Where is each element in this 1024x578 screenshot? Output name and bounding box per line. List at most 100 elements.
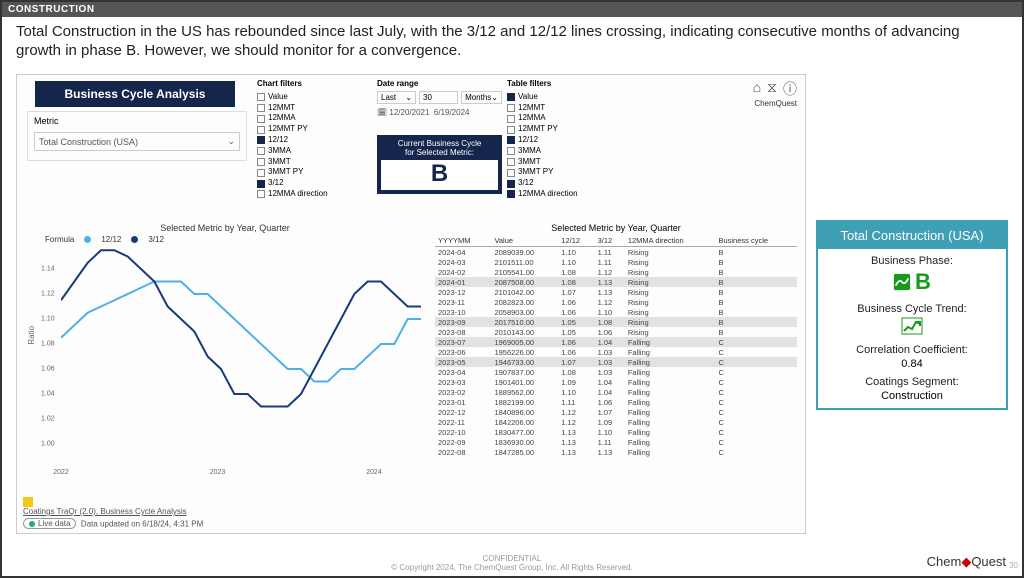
col-header[interactable]: 3/12: [595, 235, 625, 247]
col-header[interactable]: YYYYMM: [435, 235, 491, 247]
metric-dropdown[interactable]: Total Construction (USA)⌄: [34, 132, 240, 151]
table-row[interactable]: 2023-102058903.001.061.10RisingB: [435, 307, 797, 317]
segment-label: Coatings Segment:: [818, 376, 1006, 388]
table-row[interactable]: 2023-071969005.001.061.04FallingC: [435, 337, 797, 347]
trend-label: Business Cycle Trend:: [818, 303, 1006, 315]
date-range-values: 🗓 12/20/2021 6/19/2024: [377, 108, 502, 117]
table-row[interactable]: 2023-082010143.001.051.06RisingB: [435, 327, 797, 337]
filter-12mma[interactable]: 12MMA: [507, 113, 627, 124]
table-row[interactable]: 2024-032101511.001.101.11RisingB: [435, 257, 797, 267]
home-icon[interactable]: ⌂: [753, 79, 761, 99]
table-row[interactable]: 2023-122101042.001.071.13RisingB: [435, 287, 797, 297]
table-row[interactable]: 2023-061956226.001.061.03FallingC: [435, 347, 797, 357]
filter-3mmt[interactable]: 3MMT: [507, 157, 627, 168]
corr-value: 0.84: [818, 358, 1006, 370]
filter-3mmt[interactable]: 3MMT: [257, 157, 367, 168]
legend-dot-312: [131, 236, 138, 243]
filter-3mma[interactable]: 3MMA: [257, 146, 367, 157]
series-312: [61, 250, 421, 406]
dashboard: Business Cycle Analysis Metric Total Con…: [16, 74, 806, 534]
filter-1212[interactable]: 12/12: [507, 135, 627, 146]
table-row[interactable]: 2023-021889562.001.101.04FallingC: [435, 387, 797, 397]
filter-12mmtpy[interactable]: 12MMT PY: [257, 124, 367, 135]
page-footer: CONFIDENTIAL © Copyright 2024, The ChemQ…: [2, 554, 1022, 572]
table-row[interactable]: 2022-091836930.001.131.11FallingC: [435, 437, 797, 447]
source-link[interactable]: Coatings TraQr (2.0), Business Cycle Ana…: [23, 507, 203, 516]
table-row[interactable]: 2022-081847285.001.131.13FallingC: [435, 447, 797, 457]
y-tick: 1.14: [41, 266, 55, 273]
x-tick: 2023: [210, 469, 226, 476]
x-tick: 2022: [53, 469, 69, 476]
phase-label: Business Phase:: [818, 255, 1006, 267]
phase-value: B: [893, 269, 931, 295]
table-row[interactable]: 2023-112082823.001.061.12RisingB: [435, 297, 797, 307]
table-row[interactable]: 2023-011882199.001.111.06FallingC: [435, 397, 797, 407]
updated-text: Data updated on 6/18/24, 4:31 PM: [81, 520, 203, 529]
y-tick: 1.06: [41, 366, 55, 373]
filter-12mma[interactable]: 12MMA: [257, 113, 367, 124]
date-unit-dropdown[interactable]: Months⌄: [461, 91, 502, 104]
data-table: Selected Metric by Year, Quarter YYYYMMV…: [435, 223, 797, 513]
dashboard-footer: Coatings TraQr (2.0), Business Cycle Ana…: [23, 497, 203, 529]
filter-312[interactable]: 3/12: [257, 178, 367, 189]
table-filters-title: Table filters: [507, 79, 627, 90]
col-header[interactable]: 12/12: [558, 235, 594, 247]
cycle-letter: B: [381, 160, 498, 190]
date-range-title: Date range: [377, 79, 502, 88]
y-tick: 1.10: [41, 316, 55, 323]
table-row[interactable]: 2022-121840896.001.121.07FallingC: [435, 407, 797, 417]
powerbi-icon: [23, 497, 33, 507]
table-row[interactable]: 2022-101830477.001.131.10FallingC: [435, 427, 797, 437]
brand-small: ChemQuest: [754, 99, 797, 108]
card-title: Total Construction (USA): [818, 222, 1006, 249]
live-data-badge[interactable]: Live data: [23, 518, 76, 529]
table-row[interactable]: 2022-111842206.001.121.09FallingC: [435, 417, 797, 427]
chart-filters: Chart filters Value12MMT12MMA12MMT PY12/…: [257, 79, 367, 200]
calendar-icon: 🗓: [377, 108, 387, 117]
date-n-input[interactable]: 30: [419, 91, 458, 104]
table-row[interactable]: 2023-031901401.001.091.04FallingC: [435, 377, 797, 387]
col-header[interactable]: 12MMA direction: [625, 235, 716, 247]
filter-12mmt[interactable]: 12MMT: [257, 103, 367, 114]
summary-card: Total Construction (USA) Business Phase:…: [816, 220, 1008, 410]
y-tick: 1.04: [41, 391, 55, 398]
y-tick: 1.02: [41, 416, 55, 423]
y-tick: 1.12: [41, 291, 55, 298]
filter-3mma[interactable]: 3MMA: [507, 146, 627, 157]
table-row[interactable]: 2024-012087508.001.081.13RisingB: [435, 277, 797, 287]
filter-12mmadirection[interactable]: 12MMA direction: [257, 189, 367, 200]
phase-icon: [893, 273, 911, 291]
table-row[interactable]: 2023-051946733.001.071.03FallingC: [435, 357, 797, 367]
logo-bottom-right: Chem◆Quest: [927, 554, 1006, 570]
table-row[interactable]: 2024-022105541.001.081.12RisingB: [435, 267, 797, 277]
corr-label: Correlation Coefficient:: [818, 344, 1006, 356]
filter-3mmtpy[interactable]: 3MMT PY: [257, 167, 367, 178]
reset-filter-icon[interactable]: ⧖: [767, 79, 777, 99]
col-header[interactable]: Value: [491, 235, 558, 247]
chart-filters-title: Chart filters: [257, 79, 367, 90]
filter-value[interactable]: Value: [257, 92, 367, 103]
segment-value: Construction: [818, 390, 1006, 402]
col-header[interactable]: Business cycle: [715, 235, 797, 247]
chevron-down-icon: ⌄: [227, 136, 235, 147]
table-row[interactable]: 2024-042089039.001.101.11RisingB: [435, 247, 797, 258]
filter-312[interactable]: 3/12: [507, 178, 627, 189]
filter-3mmtpy[interactable]: 3MMT PY: [507, 167, 627, 178]
table-row[interactable]: 2023-041907837.001.081.03FallingC: [435, 367, 797, 377]
chart-legend: Formula 12/12 3/12: [45, 235, 425, 244]
date-range: Date range Last⌄ 30 Months⌄ 🗓 12/20/2021…: [377, 79, 502, 117]
date-mode-dropdown[interactable]: Last⌄: [377, 91, 416, 104]
series-1212: [61, 282, 421, 382]
filter-12mmt[interactable]: 12MMT: [507, 103, 627, 114]
filter-1212[interactable]: 12/12: [257, 135, 367, 146]
table-filters: Table filters Value12MMT12MMA12MMT PY12/…: [507, 79, 627, 200]
filter-12mmadirection[interactable]: 12MMA direction: [507, 189, 627, 200]
trend-icon: [818, 317, 1006, 338]
section-header: CONSTRUCTION: [2, 2, 1022, 17]
info-icon[interactable]: ⓘ: [783, 79, 797, 99]
x-tick: 2024: [366, 469, 382, 476]
table-row[interactable]: 2023-092017510.001.051.08RisingB: [435, 317, 797, 327]
filter-value[interactable]: Value: [507, 92, 627, 103]
current-cycle-box: Current Business Cycle for Selected Metr…: [377, 135, 502, 194]
filter-12mmtpy[interactable]: 12MMT PY: [507, 124, 627, 135]
